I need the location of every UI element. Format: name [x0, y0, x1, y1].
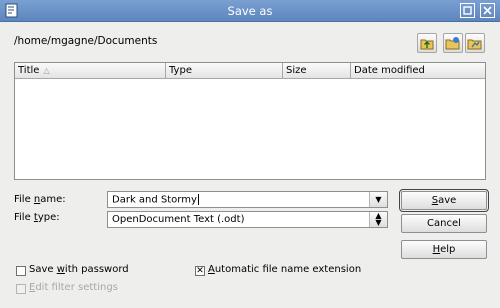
current-path: /home/mgagne/Documents	[14, 35, 158, 47]
maximize-button[interactable]	[460, 3, 475, 18]
file-name-input[interactable]: Dark and Stormy	[112, 194, 199, 206]
file-type-spin-button[interactable]: ▲ ▼	[369, 212, 387, 227]
folder-image-icon	[467, 39, 482, 50]
folder-up-icon	[420, 39, 434, 50]
file-type-select[interactable]: OpenDocument Text (.odt) ▲ ▼	[107, 211, 388, 228]
close-button[interactable]	[480, 3, 495, 18]
help-button[interactable]: Help	[401, 240, 487, 259]
list-header: Title △ Type Size Date modified	[15, 63, 485, 79]
create-folder-button[interactable]	[443, 33, 463, 53]
new-folder-icon	[445, 37, 460, 50]
sort-ascending-icon: △	[43, 66, 50, 75]
up-down-arrow-icon: ▲ ▼	[375, 211, 382, 227]
column-size[interactable]: Size	[283, 63, 351, 78]
save-with-password-label[interactable]: Save with password	[29, 264, 129, 275]
column-type[interactable]: Type	[166, 63, 283, 78]
maximize-icon	[463, 6, 472, 15]
auto-extension-label[interactable]: Automatic file name extension	[208, 264, 361, 275]
auto-extension-checkbox[interactable]: ✕	[195, 266, 205, 276]
cancel-button[interactable]: Cancel	[401, 214, 487, 233]
default-directory-button[interactable]	[465, 33, 485, 53]
edit-filter-settings-label: Edit filter settings	[29, 282, 118, 293]
file-type-label: File type:	[14, 212, 60, 223]
save-button[interactable]: Save	[399, 189, 489, 212]
file-type-value: OpenDocument Text (.odt)	[112, 214, 245, 225]
title-bar[interactable]: Save as	[0, 0, 500, 22]
close-icon	[483, 6, 492, 15]
file-name-dropdown-button[interactable]: ▼	[369, 192, 387, 207]
column-title[interactable]: Title △	[15, 63, 166, 78]
save-with-password-checkbox[interactable]	[16, 266, 26, 276]
up-one-level-button[interactable]	[417, 33, 437, 53]
edit-filter-settings-checkbox	[16, 284, 26, 294]
file-list[interactable]: Title △ Type Size Date modified	[14, 62, 486, 180]
file-name-label: File name:	[14, 194, 66, 205]
file-name-combo[interactable]: Dark and Stormy ▼	[107, 191, 388, 208]
column-date-modified[interactable]: Date modified	[351, 63, 485, 78]
dropdown-arrow-icon: ▼	[375, 195, 382, 204]
window-title: Save as	[227, 4, 273, 18]
